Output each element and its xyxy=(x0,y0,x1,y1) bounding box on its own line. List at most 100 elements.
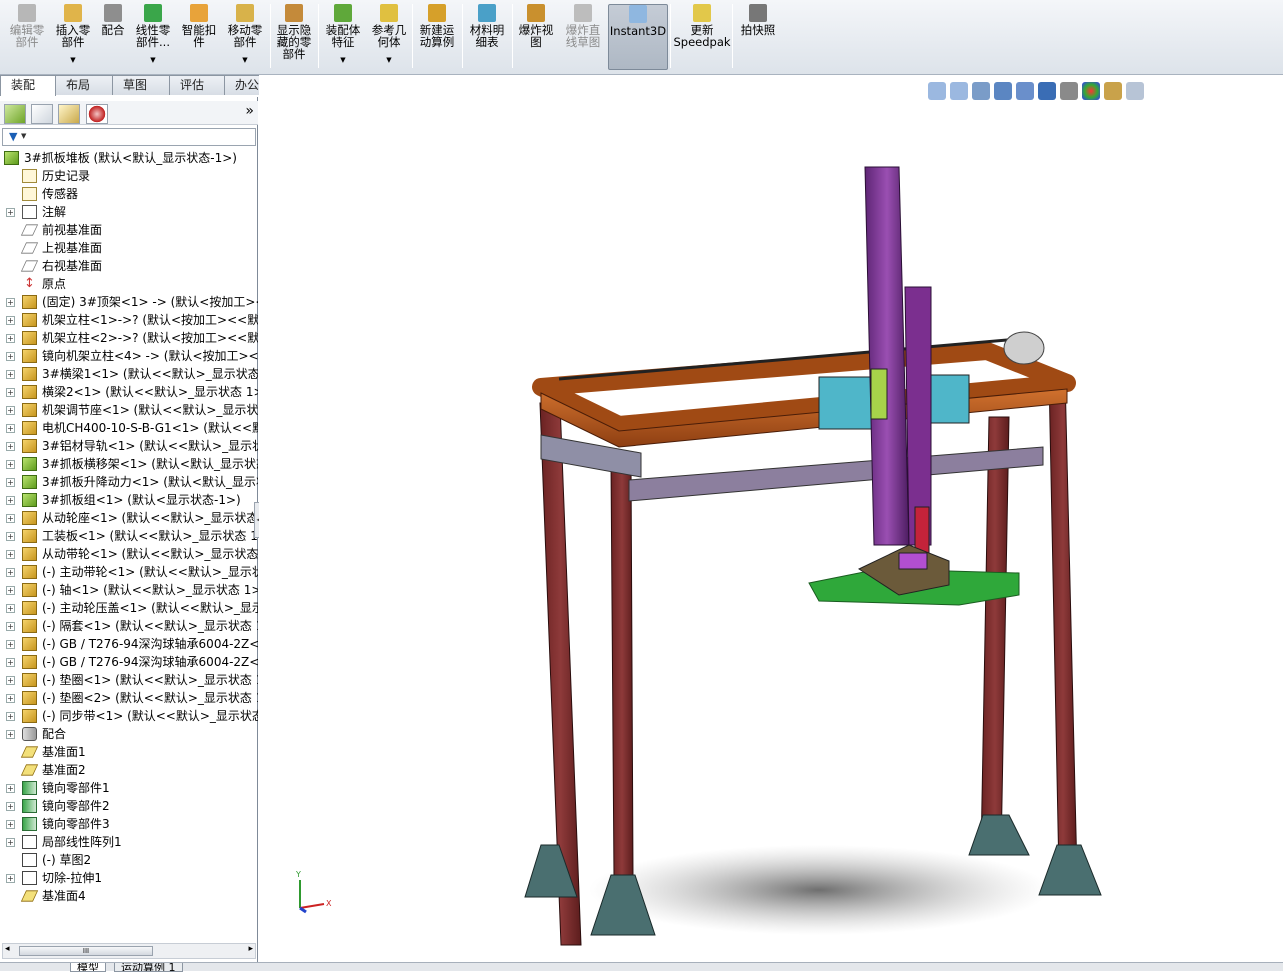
update-speedpak-button[interactable]: 更新 Speedpak xyxy=(673,4,731,70)
linear-pattern-button[interactable]: 线性零 部件... ▼ xyxy=(132,4,174,70)
chevron-down-icon[interactable]: ▼ xyxy=(386,54,391,66)
expand-icon[interactable]: + xyxy=(6,496,15,505)
tree-item[interactable]: 基准面2 xyxy=(0,761,258,779)
explode-line-sketch-button[interactable]: 爆炸直 线草图 xyxy=(560,4,606,70)
scroll-thumb[interactable]: III xyxy=(19,946,153,956)
expand-icon[interactable]: + xyxy=(6,532,15,541)
tree-item[interactable]: +3#抓板升降动力<1> (默认<默认_显示状 xyxy=(0,473,258,491)
show-hidden-button[interactable]: 显示隐 藏的零 部件 xyxy=(272,4,316,70)
chevron-down-icon[interactable]: ▼ xyxy=(340,54,345,66)
expand-icon[interactable]: + xyxy=(6,802,15,811)
expand-icon[interactable]: + xyxy=(6,550,15,559)
expand-icon[interactable]: + xyxy=(6,514,15,523)
tree-item[interactable]: 前视基准面 xyxy=(0,221,258,239)
take-snapshot-button[interactable]: 拍快照 xyxy=(736,4,780,70)
expand-icon[interactable]: + xyxy=(6,640,15,649)
reference-geometry-button[interactable]: 参考几 何体 ▼ xyxy=(368,4,410,70)
expand-icon[interactable]: + xyxy=(6,676,15,685)
expand-icon[interactable]: + xyxy=(6,424,15,433)
configuration-manager-icon[interactable] xyxy=(58,104,80,124)
expand-icon[interactable]: + xyxy=(6,730,15,739)
scroll-left-icon[interactable]: ◂ xyxy=(5,944,10,954)
tab-3[interactable]: 评估 xyxy=(169,75,225,95)
tree-item[interactable]: + (-) 隔套<1> (默认<<默认>_显示状态 1 xyxy=(0,617,258,635)
exploded-view-button[interactable]: 爆炸视 图 xyxy=(512,4,560,70)
new-motion-study-button[interactable]: 新建运 动算例 xyxy=(414,4,460,70)
tree-item[interactable]: + (固定) 3#顶架<1> -> (默认<按加工>< xyxy=(0,293,258,311)
tree-item[interactable]: + (-) 主动带轮<1> (默认<<默认>_显示状 xyxy=(0,563,258,581)
horizontal-scrollbar[interactable]: ◂ III ▸ xyxy=(2,943,256,959)
previous-view-icon[interactable] xyxy=(972,82,990,100)
tree-item[interactable]: + 从动带轮<1> (默认<<默认>_显示状态 xyxy=(0,545,258,563)
expand-icon[interactable]: + xyxy=(6,316,15,325)
tree-item[interactable]: + 工装板<1> (默认<<默认>_显示状态 1> xyxy=(0,527,258,545)
tab-0[interactable]: 装配体 xyxy=(0,75,56,111)
bill-of-materials-button[interactable]: 材料明 细表 xyxy=(464,4,510,70)
tree-item[interactable]: 历史记录 xyxy=(0,167,258,185)
expand-icon[interactable]: + xyxy=(6,568,15,577)
tree-item[interactable]: + 镜向零部件1 xyxy=(0,779,258,797)
mate-button[interactable]: 配合 xyxy=(98,4,128,70)
tree-item[interactable]: + 机架立柱<2>->? (默认<按加工><<默认 xyxy=(0,329,258,347)
tree-item[interactable]: ↕ 原点 xyxy=(0,275,258,293)
expand-icon[interactable]: + xyxy=(6,478,15,487)
tree-item[interactable]: + 机架调节座<1> (默认<<默认>_显示状态 xyxy=(0,401,258,419)
zoom-to-fit-icon[interactable] xyxy=(928,82,946,100)
hide-show-icon[interactable] xyxy=(1060,82,1078,100)
tree-item[interactable]: 右视基准面 xyxy=(0,257,258,275)
tab-2[interactable]: 草图 xyxy=(112,75,170,95)
tab-1[interactable]: 布局 xyxy=(55,75,113,95)
expand-icon[interactable]: + xyxy=(6,658,15,667)
expand-icon[interactable]: + xyxy=(6,622,15,631)
graphics-area[interactable] xyxy=(259,75,1283,962)
expand-icon[interactable]: + xyxy=(6,388,15,397)
tree-item[interactable]: + (-) 轴<1> (默认<<默认>_显示状态 1>) xyxy=(0,581,258,599)
tree-item[interactable]: + 注解 xyxy=(0,203,258,221)
tree-item[interactable]: + (-) GB / T276-94深沟球轴承6004-2Z<2 xyxy=(0,653,258,671)
tree-item[interactable]: + (-) GB / T276-94深沟球轴承6004-2Z<1 xyxy=(0,635,258,653)
expand-icon[interactable]: + xyxy=(6,784,15,793)
view-settings-icon[interactable] xyxy=(1126,82,1144,100)
tree-item[interactable]: 传感器 xyxy=(0,185,258,203)
expand-icon[interactable]: + xyxy=(6,208,15,217)
expand-icon[interactable]: + xyxy=(6,694,15,703)
panel-expand-icon[interactable]: » xyxy=(245,103,254,119)
expand-icon[interactable]: + xyxy=(6,604,15,613)
scene-icon[interactable] xyxy=(1104,82,1122,100)
tree-item[interactable]: 基准面4 xyxy=(0,887,258,905)
zoom-to-area-icon[interactable] xyxy=(950,82,968,100)
smart-fastener-button[interactable]: 智能扣 件 xyxy=(178,4,220,70)
chevron-down-icon[interactable]: ▼ xyxy=(70,54,75,66)
tree-item[interactable]: + 配合 xyxy=(0,725,258,743)
property-manager-icon[interactable] xyxy=(31,104,53,124)
assembly-features-button[interactable]: 装配体 特征 ▼ xyxy=(320,4,366,70)
tree-root[interactable]: 3#抓板堆板 (默认<默认_显示状态-1>) xyxy=(0,149,258,167)
appearance-icon[interactable] xyxy=(1082,82,1100,100)
expand-icon[interactable]: + xyxy=(6,352,15,361)
tree-filter[interactable]: ▼ ▼ xyxy=(2,128,256,146)
expand-icon[interactable]: + xyxy=(6,586,15,595)
expand-icon[interactable]: + xyxy=(6,334,15,343)
tree-item[interactable]: + 镜向机架立柱<4> -> (默认<按加工><显 xyxy=(0,347,258,365)
tree-item[interactable]: + 镜向零部件2 xyxy=(0,797,258,815)
tree-item[interactable]: + 局部线性阵列1 xyxy=(0,833,258,851)
tree-item[interactable]: +3#铝材导轨<1> (默认<<默认>_显示状态 xyxy=(0,437,258,455)
filter-icon[interactable]: ▼ xyxy=(9,130,17,143)
expand-icon[interactable]: + xyxy=(6,370,15,379)
tree-item[interactable]: + 电机CH400-10-S-B-G1<1> (默认<<默认 xyxy=(0,419,258,437)
edit-component-button[interactable]: 编辑零 部件 xyxy=(4,4,50,70)
expand-icon[interactable]: + xyxy=(6,874,15,883)
expand-icon[interactable]: + xyxy=(6,298,15,307)
tree-item[interactable]: + (-) 垫圈<1> (默认<<默认>_显示状态 1 xyxy=(0,671,258,689)
instant3d-button[interactable]: Instant3D xyxy=(608,4,668,70)
move-component-button[interactable]: 移动零 部件 ▼ xyxy=(222,4,268,70)
tree-item[interactable]: + 横梁2<1> (默认<<默认>_显示状态 1>) xyxy=(0,383,258,401)
tree-item[interactable]: +3#抓板组<1> (默认<显示状态-1>) xyxy=(0,491,258,509)
tree-item[interactable]: + 镜向零部件3 xyxy=(0,815,258,833)
expand-icon[interactable]: + xyxy=(6,820,15,829)
expand-icon[interactable]: + xyxy=(6,712,15,721)
tree-item[interactable]: + 从动轮座<1> (默认<<默认>_显示状态 xyxy=(0,509,258,527)
display-manager-icon[interactable] xyxy=(86,104,108,124)
section-view-icon[interactable] xyxy=(994,82,1012,100)
feature-manager-icon[interactable] xyxy=(4,104,26,124)
